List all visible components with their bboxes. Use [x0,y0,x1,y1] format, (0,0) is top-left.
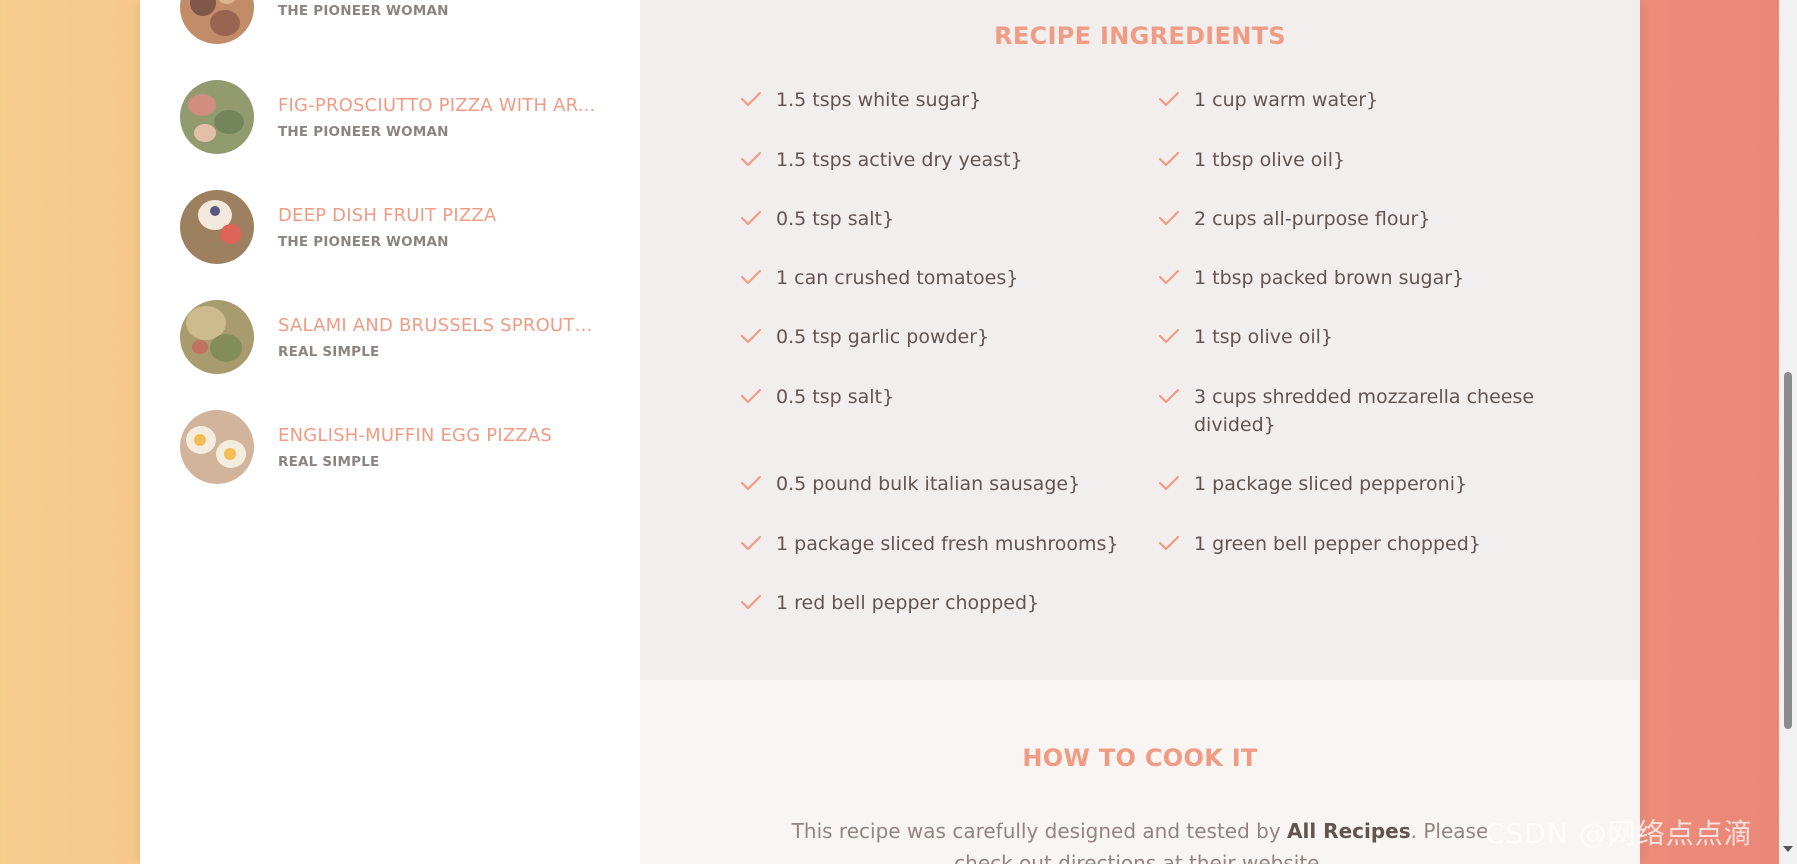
recipe-ingredients-section: RECIPE INGREDIENTS 1.5 tsps white sugar}… [640,0,1640,680]
ingredient-text: 0.5 tsp salt} [776,208,895,230]
search-result-item[interactable]: DEEP DISH FRUIT PIZZA THE PIONEER WOMAN [180,190,620,264]
ingredient-item: 0.5 tsp salt} [740,205,1140,235]
ingredient-text: 0.5 pound bulk italian sausage} [776,473,1081,495]
search-result-item[interactable]: THE PIONEER WOMAN [180,0,620,44]
ingredient-item: 2 cups all-purpose flour} [1158,205,1558,235]
ingredient-text: 1 cup warm water} [1194,89,1379,111]
ingredient-item: 1 green bell pepper chopped} [1158,530,1558,560]
ingredient-item: 1 red bell pepper chopped} [740,589,1140,619]
ingredient-text: 1 package sliced pepperoni} [1194,473,1468,495]
check-icon [740,146,776,176]
recipe-thumbnail [180,190,254,264]
ingredient-text: 0.5 tsp garlic powder} [776,326,990,348]
ingredient-text: 1 package sliced fresh mushrooms} [776,533,1119,555]
ingredient-item: 1 cup warm water} [1158,86,1558,116]
check-icon [740,530,776,560]
ingredient-item: 0.5 tsp salt} [740,383,1140,413]
search-result-item[interactable]: ENGLISH-MUFFIN EGG PIZZAS REAL SIMPLE [180,410,620,484]
check-icon [740,383,776,413]
check-icon [740,205,776,235]
ingredient-text: 1 tbsp olive oil} [1194,149,1346,171]
ingredient-item: 1 tsp olive oil} [1158,323,1558,353]
result-text: DEEP DISH FRUIT PIZZA THE PIONEER WOMAN [278,205,496,250]
page-scrollbar[interactable] [1779,0,1797,864]
ingredient-item: 1 tbsp packed brown sugar} [1158,264,1558,294]
ingredient-item: 1 tbsp olive oil} [1158,146,1558,176]
result-publisher: REAL SIMPLE [278,453,380,470]
ingredient-text: 1 green bell pepper chopped} [1194,533,1481,555]
ingredient-item: 1 can crushed tomatoes} [740,264,1140,294]
check-icon [740,323,776,353]
ingredient-item: 1.5 tsps active dry yeast} [740,146,1140,176]
ingredient-text: 1.5 tsps active dry yeast} [776,149,1023,171]
recipe-app: THE PIONEER WOMAN FIG-PROSCIUTTO PIZZA W… [140,0,1640,864]
ingredients-title: RECIPE INGREDIENTS [994,22,1286,50]
check-icon [740,264,776,294]
result-text: THE PIONEER WOMAN [278,0,449,19]
recipe-thumbnail [180,410,254,484]
ingredient-text: 2 cups all-purpose flour} [1194,208,1431,230]
how-text-before: This recipe was carefully designed and t… [791,819,1288,843]
result-text: SALAMI AND BRUSSELS SPROUTS... REAL SIMP… [278,315,598,360]
recipe-thumbnail [180,80,254,154]
ingredient-item: 3 cups shredded mozzarella cheese divide… [1158,383,1558,439]
ingredient-item: 0.5 pound bulk italian sausage} [740,470,1140,500]
result-publisher: THE PIONEER WOMAN [278,3,449,19]
how-to-cook-title: HOW TO COOK IT [1022,744,1258,772]
result-title: DEEP DISH FRUIT PIZZA [278,204,497,226]
result-text: FIG-PROSCIUTTO PIZZA WITH AR... THE PION… [278,95,595,140]
ingredient-text: 0.5 tsp salt} [776,386,895,408]
check-icon [740,470,776,500]
check-icon [1158,86,1194,116]
ingredient-text: 1.5 tsps white sugar} [776,89,982,111]
result-title: SALAMI AND BRUSSELS SPROUTS... [278,314,598,336]
check-icon [1158,470,1194,500]
ingredient-text: 1 tbsp packed brown sugar} [1194,267,1465,289]
result-text: ENGLISH-MUFFIN EGG PIZZAS REAL SIMPLE [278,425,552,470]
result-publisher: THE PIONEER WOMAN [278,123,449,140]
search-result-item[interactable]: FIG-PROSCIUTTO PIZZA WITH AR... THE PION… [180,80,620,154]
scroll-down-arrow-icon[interactable] [1783,846,1793,852]
recipe-thumbnail [180,300,254,374]
check-icon [1158,383,1194,413]
check-icon [1158,205,1194,235]
result-title: ENGLISH-MUFFIN EGG PIZZAS [278,424,553,446]
ingredient-item: 1 package sliced pepperoni} [1158,470,1558,500]
ingredient-text: 1 tsp olive oil} [1194,326,1334,348]
ingredient-item: 1.5 tsps white sugar} [740,86,1140,116]
search-results-sidebar: THE PIONEER WOMAN FIG-PROSCIUTTO PIZZA W… [140,0,640,864]
check-icon [1158,264,1194,294]
ingredient-text: 1 can crushed tomatoes} [776,267,1019,289]
check-icon [740,86,776,116]
check-icon [740,589,776,619]
check-icon [1158,530,1194,560]
ingredient-item: 1 package sliced fresh mushrooms} [740,530,1140,560]
check-icon [1158,323,1194,353]
result-publisher: THE PIONEER WOMAN [278,233,449,250]
search-result-item[interactable]: SALAMI AND BRUSSELS SPROUTS... REAL SIMP… [180,300,620,374]
how-publisher: All Recipes [1287,819,1411,843]
recipe-thumbnail [180,0,254,44]
ingredient-item: 0.5 tsp garlic powder} [740,323,1140,353]
ingredient-text: 1 red bell pepper chopped} [776,592,1040,614]
watermark: CSDN @网络点点滴 [1485,817,1753,850]
scrollbar-thumb[interactable] [1784,372,1792,729]
ingredient-text: 3 cups shredded mozzarella cheese divide… [1194,386,1535,436]
how-to-cook-text: This recipe was carefully designed and t… [760,815,1520,864]
check-icon [1158,146,1194,176]
result-title: FIG-PROSCIUTTO PIZZA WITH AR... [278,94,596,116]
result-publisher: REAL SIMPLE [278,343,380,360]
